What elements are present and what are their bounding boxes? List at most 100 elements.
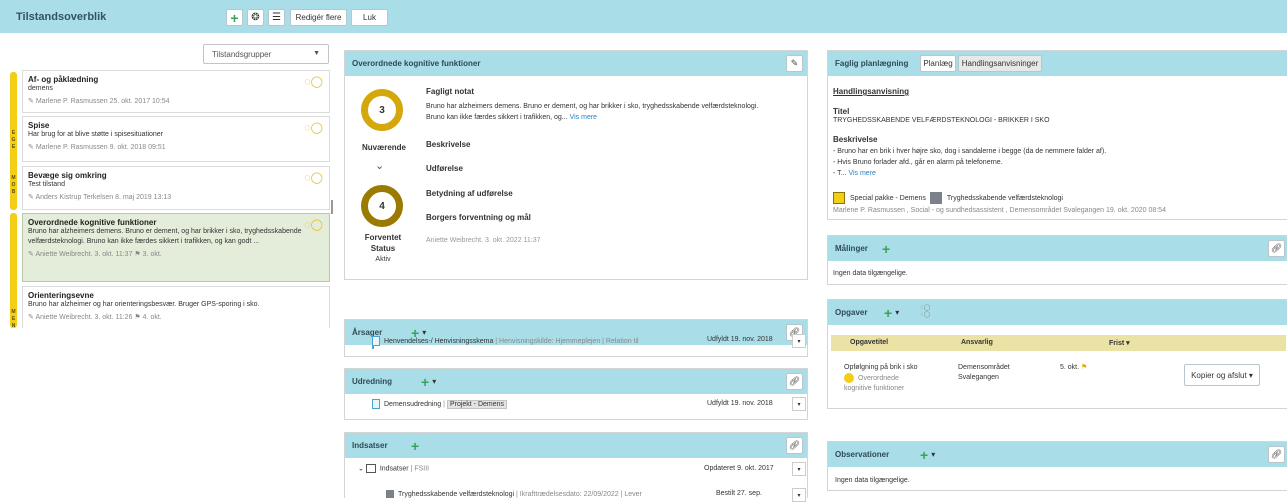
tasks-table-header: Opgavetitel Ansvarlig Frist ▾ [831,335,1286,351]
folder-icon [365,464,376,473]
group-label-ege: EGE [10,72,17,174]
udredning-date: Udfyldt 19. nov. 2018 [707,400,773,407]
group-label-men: MEN [10,213,17,329]
plus-icon: + [920,446,929,463]
add-dropdown-button[interactable]: + ▾ [417,373,440,390]
filter-button[interactable]: ☰ [268,9,285,26]
caret-icon: ▾ [931,450,936,459]
link-button[interactable]: 🔗︎ [786,373,803,390]
panel-header: Observationer + ▾ 🔗︎ [828,442,1287,467]
condition-item[interactable]: Af- og påklædning demens ✎ Marlene P. Ra… [22,70,330,113]
tab-planlaeg[interactable]: Planlæg [920,55,956,72]
indsatser-subrow[interactable]: Tryghedsskabende velfærdsteknologi | Ikr… [386,490,642,498]
condition-item[interactable]: Bevæge sig omkring Test tilstand ✎ Ander… [22,166,330,210]
udfoerelse-heading: Udførelse [426,164,463,173]
tab-handlingsanvisninger[interactable]: Handlingsanvisninger [958,55,1042,72]
plus-icon: + [411,437,420,454]
condition-meta: ✎ Aniette Weibrecht. 3. okt. 11:26 ⚑ 4. … [28,314,162,321]
row-dropdown[interactable]: ▾ [792,462,806,476]
notat-heading: Fagligt notat [426,87,474,96]
status-toggle-icon[interactable]: ◌◯ ◌◯ [920,305,930,319]
panel-header: Overordnede kognitive funktioner ✎ [345,51,807,76]
show-more-link[interactable]: Vis mere [848,170,876,177]
panel-title: Opgaver [835,308,868,317]
edit-many-button[interactable]: Redigér flere [290,9,347,26]
add-button[interactable]: + [407,437,423,454]
group-label-mob: MOB [10,166,17,210]
document-icon [372,336,380,346]
condition-desc: demens [28,85,53,92]
beskrivelse-text: - Bruno har en brik i hver højre sko, do… [833,148,1107,177]
current-level-value: 3 [379,104,385,116]
group-select-value: Tilstandsgrupper [212,50,272,59]
link-button[interactable]: 🔗︎ [1268,240,1285,257]
panel-header: Indsatser + 🔗︎ [345,433,807,458]
add-button[interactable]: + [878,240,894,257]
indsatser-row[interactable]: ⌄ Indsatser | FSIII [358,464,429,473]
link-icon: 🔗︎ [788,440,801,450]
task-cell[interactable]: Opfølgning på brik i sko Overordnede kog… [844,363,918,394]
plus-icon: + [882,240,891,257]
add-dropdown-button[interactable]: + ▾ [916,446,939,463]
edit-icon: ✎ [790,58,799,68]
plus-icon: + [421,373,430,390]
link-icon: 🔗︎ [1270,243,1283,253]
add-button[interactable]: + [226,9,243,26]
section-title: Handlingsanvisning [833,87,910,96]
sliders-icon: ☰ [272,12,281,23]
condition-item[interactable]: Spise Har brug for at blive støtte i spi… [22,116,330,162]
condition-title: Spise [28,121,50,130]
package-icon [386,490,394,498]
chevron-down-icon: ⌄ [358,465,366,473]
link-button[interactable]: 🔗︎ [786,437,803,454]
udredning-row[interactable]: Demensudredning | Projekt - Demens [372,399,508,409]
current-label: Nuværende [361,143,406,152]
settings-wheel-button[interactable]: ❂ [247,9,264,26]
panel-title: Faglig planlægning [835,59,909,68]
aarsager-date: Udfyldt 19. nov. 2018 [707,336,773,343]
udredning-panel: Udredning + ▾ 🔗︎ [344,368,808,420]
copy-and-finish-button[interactable]: Kopier og afslut ▾ [1184,364,1260,386]
panel-title: Udredning [352,377,392,386]
row-dropdown[interactable]: ▾ [792,397,806,411]
close-button[interactable]: Luk [351,9,388,26]
row-dropdown[interactable]: ▾ [792,334,806,348]
yellow-circle-icon [844,373,854,383]
expected-status: Aktiv [375,256,391,263]
expected-level-ring: 4 [361,185,403,227]
project-tag: Projekt - Demens [446,399,508,409]
panel-title: Observationer [835,450,890,459]
show-more-link[interactable]: Vis mere [570,114,598,121]
plus-icon: + [230,9,239,26]
current-level-ring: 3 [361,89,403,131]
chevron-down-icon: ▼ [313,50,320,57]
condition-item[interactable]: Orienteringsevne Bruno har alzheimer og … [22,286,330,328]
expected-label: Forventet Status [364,233,402,253]
condition-title: Overordnede kognitive funktioner [28,218,157,227]
author-meta: Aniette Weibrecht. 3. okt. 2022 11:37 [426,237,541,244]
scrollbar[interactable] [331,200,333,214]
aarsager-row[interactable]: Henvendelses-/ Henvisningsskema | Henvis… [372,336,639,346]
link-icon: 🔗︎ [1270,449,1283,459]
titel-value: TRYGHEDSSKABENDE VELFÆRDSTEKNOLOGI - BRI… [833,117,1050,124]
empty-state: Ingen data tilgængelige. [833,270,908,277]
caret-icon: ▾ [432,377,437,386]
condition-item-selected[interactable]: Overordnede kognitive funktioner Bruno h… [22,213,330,282]
add-dropdown-button[interactable]: + ▾ [880,304,903,321]
row-dropdown[interactable]: ▾ [792,488,806,502]
deadline-cell: 5. okt. ⚑ [1060,364,1088,371]
flag-icon: ⚑ [134,314,141,321]
flag-icon: ⚑ [134,251,141,258]
condition-desc: Bruno har alzheimers demens. Bruno er de… [28,228,302,245]
group-select[interactable]: Tilstandsgrupper ▼ [203,44,329,64]
chevron-down-icon[interactable]: ⌄ [375,159,384,172]
beskrivelse-heading: Beskrivelse [426,140,471,149]
gear-icon: ❂ [251,12,260,23]
condition-detail-panel: Overordnede kognitive funktioner ✎ 3 Nuv… [344,50,808,280]
beskrivelse-label: Beskrivelse [833,135,878,144]
edit-button[interactable]: ✎ [786,55,803,72]
titel-label: Titel [833,107,850,116]
flag-icon: ⚑ [1081,364,1088,371]
link-button[interactable]: 🔗︎ [1268,446,1285,463]
col-deadline[interactable]: Frist ▾ [1109,339,1130,347]
